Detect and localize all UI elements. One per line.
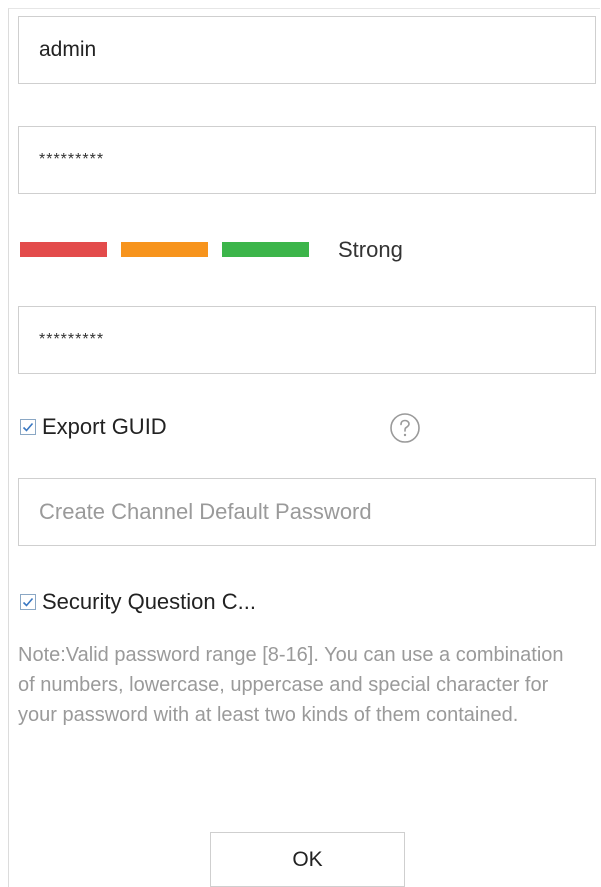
export-guid-label: Export GUID <box>42 414 167 439</box>
ok-button[interactable]: OK <box>210 832 405 887</box>
export-guid-checkbox[interactable] <box>20 419 36 435</box>
confirm-password-value: ********* <box>39 331 105 348</box>
strength-bar-weak <box>20 242 107 257</box>
checkmark-icon <box>22 597 34 607</box>
password-value: ********* <box>39 151 105 168</box>
confirm-password-input[interactable]: ********* <box>18 306 596 374</box>
password-strength-label: Strong <box>338 237 403 262</box>
question-circle-icon[interactable] <box>389 412 421 444</box>
username-value: admin <box>39 38 97 61</box>
channel-default-password-placeholder: Create Channel Default Password <box>39 499 372 524</box>
strength-bar-medium <box>121 242 208 257</box>
password-note: Note:Valid password range [8-16]. You ca… <box>18 644 564 726</box>
security-question-row[interactable]: Security Question C... <box>20 589 256 615</box>
strength-bar-strong <box>222 242 309 257</box>
export-guid-row[interactable]: Export GUID <box>20 414 167 440</box>
checkmark-icon <box>22 422 34 432</box>
password-input[interactable]: ********* <box>18 126 596 194</box>
ok-button-label: OK <box>292 847 323 871</box>
channel-default-password-input[interactable]: Create Channel Default Password <box>18 478 596 546</box>
security-question-label: Security Question C... <box>42 589 256 614</box>
username-input[interactable]: admin <box>18 16 596 84</box>
security-question-checkbox[interactable] <box>20 594 36 610</box>
